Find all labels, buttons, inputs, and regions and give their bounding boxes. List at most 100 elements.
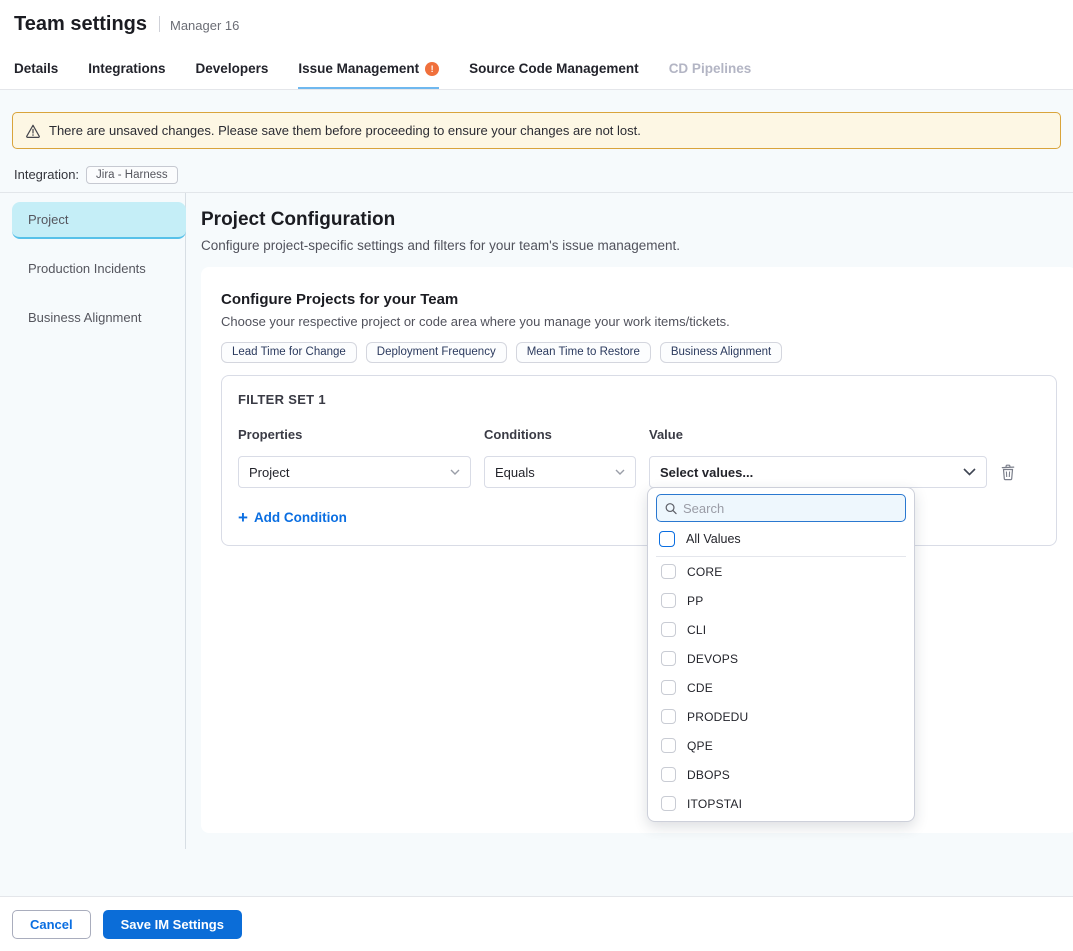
plus-icon: + [238,511,248,524]
option-pp-label: PP [687,594,703,608]
tab-developers[interactable]: Developers [196,48,269,89]
option-cli[interactable]: CLI [656,615,906,644]
trash-icon [1000,464,1016,481]
sidebar-item-production-incidents[interactable]: Production Incidents [12,251,186,288]
option-devops-label: DEVOPS [687,652,738,666]
option-pp[interactable]: PP [656,586,906,615]
add-condition-label: Add Condition [254,510,347,525]
cancel-button[interactable]: Cancel [12,910,91,939]
sidebar-item-business-alignment[interactable]: Business Alignment [12,300,186,337]
search-icon [665,502,677,515]
chevron-down-icon [963,468,976,476]
filter-set-1: FILTER SET 1 Properties Conditions Value… [221,375,1057,546]
option-devops[interactable]: DEVOPS [656,644,906,673]
chip-mean-time-to-restore[interactable]: Mean Time to Restore [516,342,651,363]
unsaved-changes-banner: There are unsaved changes. Please save t… [12,112,1061,149]
option-pp-checkbox[interactable] [661,593,676,608]
settings-sidebar: Project Production Incidents Business Al… [0,193,186,849]
option-itopstai-label: ITOPSTAI [687,797,742,811]
chip-deployment-frequency[interactable]: Deployment Frequency [366,342,507,363]
alert-badge-icon: ! [425,62,439,76]
sidebar-item-production-incidents-label: Production Incidents [28,261,146,276]
conditions-select-value: Equals [495,465,535,480]
card-title: Configure Projects for your Team [221,291,1057,308]
warning-triangle-icon [25,123,41,139]
main-panel: Project Configuration Configure project-… [186,193,1073,849]
sidebar-item-business-alignment-label: Business Alignment [28,310,141,325]
tab-issue-management-label: Issue Management [298,61,419,76]
page-title: Team settings [14,13,147,36]
settings-tabbar: Details Integrations Developers Issue Ma… [0,48,1073,90]
all-values-checkbox[interactable] [659,531,675,547]
option-prodedu-label: PRODEDU [687,710,748,724]
option-devops-checkbox[interactable] [661,651,676,666]
sidebar-item-project[interactable]: Project [12,202,186,239]
dropdown-search-input[interactable] [683,501,897,516]
team-name-label: Manager 16 [170,16,239,33]
value-multiselect-placeholder: Select values... [660,465,753,480]
integration-label: Integration: [14,167,79,182]
chip-lead-time-for-change[interactable]: Lead Time for Change [221,342,357,363]
tab-issue-management[interactable]: Issue Management ! [298,48,439,89]
tab-integrations[interactable]: Integrations [88,48,165,89]
tab-cd-pipelines: CD Pipelines [669,48,752,89]
tab-developers-label: Developers [196,61,269,76]
option-prodedu-checkbox[interactable] [661,709,676,724]
unsaved-changes-text: There are unsaved changes. Please save t… [49,123,641,138]
option-cde[interactable]: CDE [656,673,906,702]
option-qpe[interactable]: QPE [656,731,906,760]
option-dbops-label: DBOPS [687,768,730,782]
all-values-row[interactable]: All Values [656,522,906,557]
conditions-column-label: Conditions [484,427,636,442]
all-values-label: All Values [686,532,741,546]
option-core-checkbox[interactable] [661,564,676,579]
properties-select-value: Project [249,465,289,480]
value-dropdown-panel: All Values CORE PP CLI DEVOPS CDE PRODED… [647,487,915,822]
tab-source-code-management-label: Source Code Management [469,61,639,76]
tab-details[interactable]: Details [14,48,58,89]
dropdown-options-list: CORE PP CLI DEVOPS CDE PRODEDU QPE DBOP [656,557,906,822]
option-itopstai[interactable]: ITOPSTAI [656,789,906,818]
option-qpe-label: QPE [687,739,713,753]
project-config-card: Configure Projects for your Team Choose … [201,267,1073,833]
section-subtitle: Configure project-specific settings and … [201,238,1073,253]
card-subtitle: Choose your respective project or code a… [221,314,1057,329]
tab-source-code-management[interactable]: Source Code Management [469,48,639,89]
option-cli-checkbox[interactable] [661,622,676,637]
option-cli-label: CLI [687,623,706,637]
sidebar-item-project-label: Project [28,212,68,227]
title-divider [159,16,160,32]
page-header: Team settings Manager 16 [0,0,1073,48]
section-title: Project Configuration [201,209,1073,231]
chevron-down-icon [615,469,625,475]
dropdown-search-box[interactable] [656,494,906,522]
value-column-label: Value [649,427,987,442]
properties-column-label: Properties [238,427,471,442]
option-dbops-checkbox[interactable] [661,767,676,782]
option-cde-checkbox[interactable] [661,680,676,695]
option-cde-label: CDE [687,681,713,695]
footer-actions: Cancel Save IM Settings [0,896,1073,951]
option-core[interactable]: CORE [656,557,906,586]
integration-row: Integration: Jira - Harness [14,164,1073,185]
option-core-label: CORE [687,565,722,579]
save-im-settings-button[interactable]: Save IM Settings [103,910,242,939]
option-qpe-checkbox[interactable] [661,738,676,753]
conditions-select[interactable]: Equals [484,456,636,488]
option-dbops[interactable]: DBOPS [656,760,906,789]
option-itopstai-checkbox[interactable] [661,796,676,811]
chevron-down-icon [450,469,460,475]
metric-chips: Lead Time for Change Deployment Frequenc… [221,342,1057,363]
filter-set-title: FILTER SET 1 [238,392,1040,407]
integration-chip[interactable]: Jira - Harness [86,166,178,184]
option-prodedu[interactable]: PRODEDU [656,702,906,731]
filter-grid: Properties Conditions Value Project Equa… [238,427,1040,488]
tab-details-label: Details [14,61,58,76]
chip-business-alignment[interactable]: Business Alignment [660,342,782,363]
tab-integrations-label: Integrations [88,61,165,76]
option-pipe[interactable]: PIPE [656,818,906,822]
delete-condition-button[interactable] [1000,460,1024,484]
value-multiselect[interactable]: Select values... [649,456,987,488]
properties-select[interactable]: Project [238,456,471,488]
add-condition-button[interactable]: + Add Condition [238,510,347,525]
